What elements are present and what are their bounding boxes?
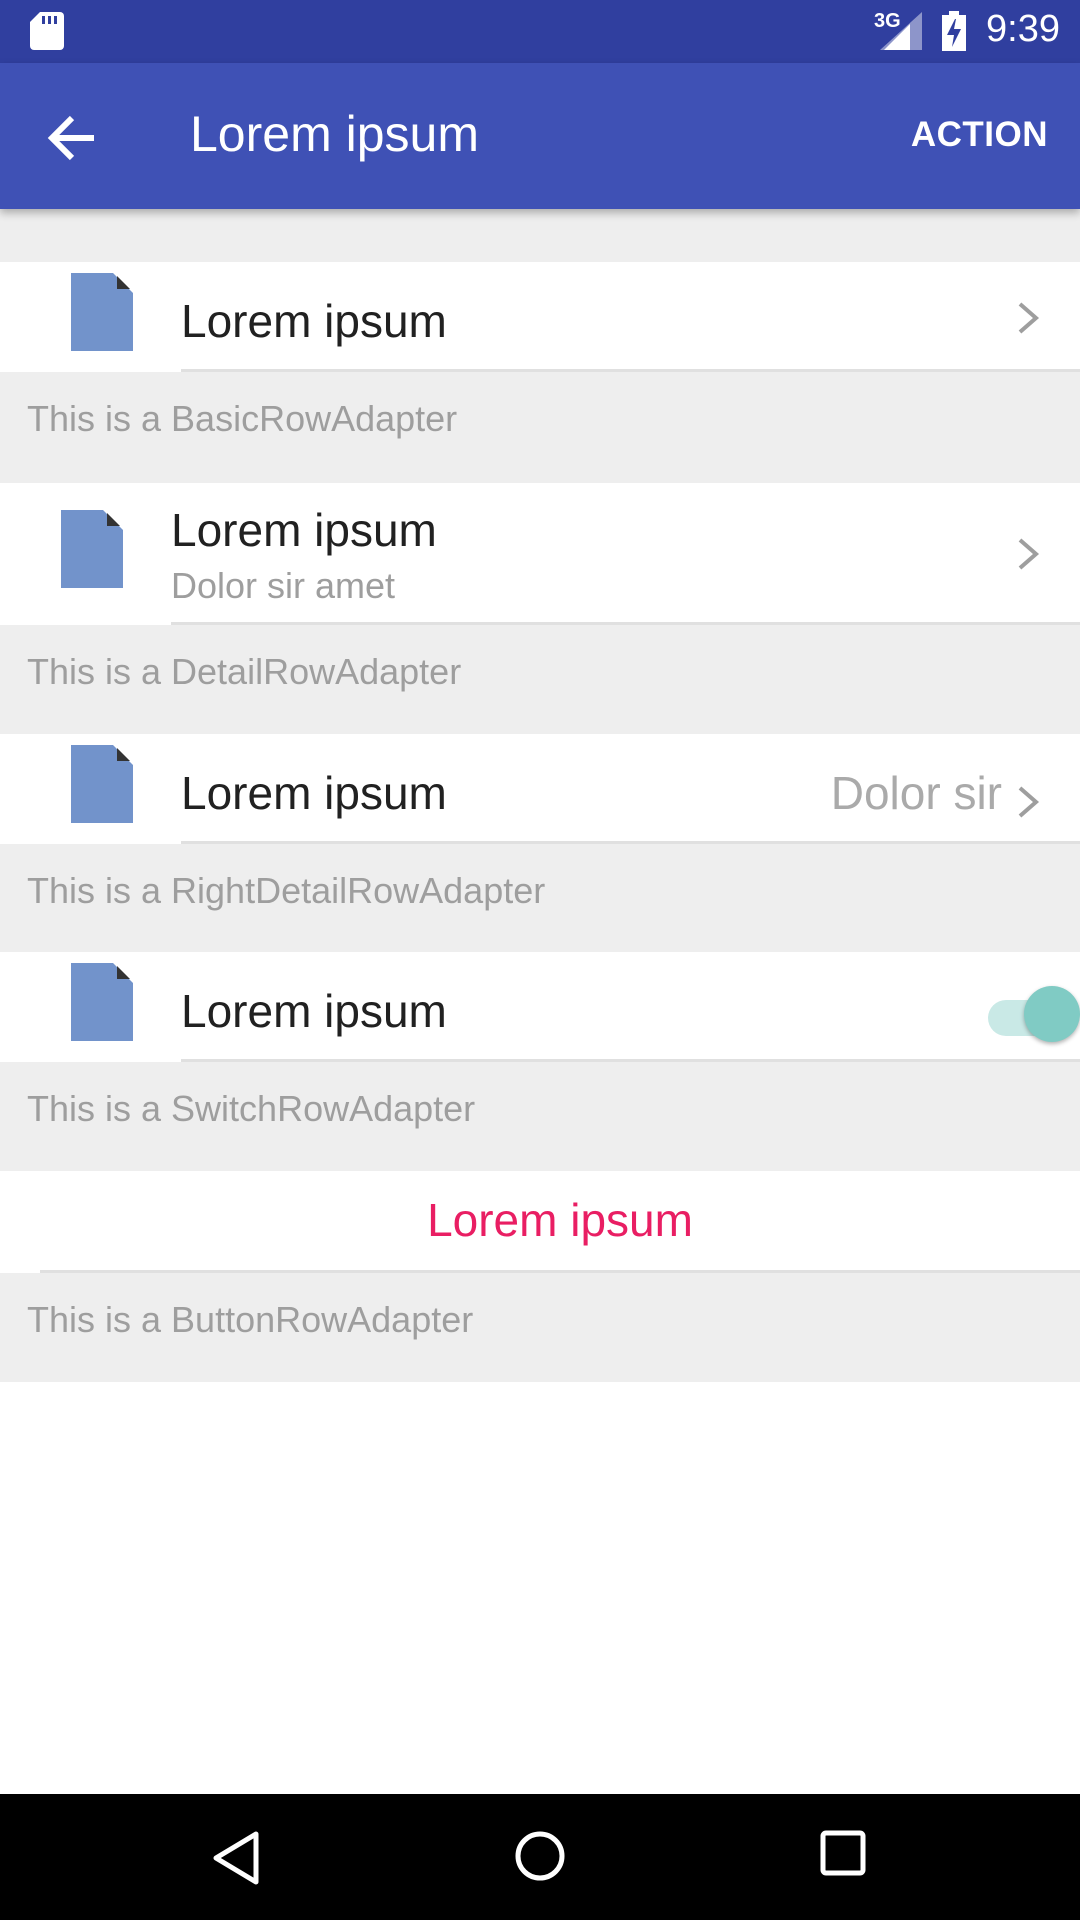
footer-text: This is a ButtonRowAdapter (27, 1299, 474, 1340)
document-icon (71, 963, 133, 1041)
chevron-right-icon (1018, 538, 1040, 570)
toggle-switch[interactable] (988, 986, 1080, 1042)
section-footer: This is a ButtonRowAdapter (0, 1273, 1080, 1382)
navigation-bar (0, 1794, 1080, 1920)
button-row[interactable]: Lorem ipsum (0, 1171, 1080, 1273)
row-title: Lorem ipsum (181, 295, 447, 347)
settings-list: Lorem ipsum This is a BasicRowAdapter Lo… (0, 209, 1080, 1794)
button-row-label[interactable]: Lorem ipsum (0, 1193, 1080, 1247)
section-footer: This is a RightDetailRowAdapter (0, 844, 1080, 952)
nav-back-icon[interactable] (210, 1830, 262, 1886)
switch-row: Lorem ipsum (0, 952, 1080, 1062)
row-title: Lorem ipsum (181, 767, 447, 819)
footer-text: This is a DetailRowAdapter (27, 651, 462, 692)
detail-row[interactable]: Lorem ipsum Dolor sir amet (0, 483, 1080, 625)
footer-text: This is a RightDetailRowAdapter (27, 870, 546, 911)
app-bar: Lorem ipsum ACTION (0, 63, 1080, 209)
document-icon (71, 745, 133, 823)
signal-icon (880, 12, 922, 50)
section-footer: This is a DetailRowAdapter (0, 625, 1080, 734)
clock: 9:39 (986, 8, 1060, 50)
chevron-right-icon (1018, 786, 1040, 818)
document-icon (61, 510, 123, 588)
section-footer: This is a BasicRowAdapter (0, 372, 1080, 483)
right-detail-row[interactable]: Lorem ipsum Dolor sir (0, 734, 1080, 844)
basic-row[interactable]: Lorem ipsum (0, 262, 1080, 372)
section-footer: This is a SwitchRowAdapter (0, 1062, 1080, 1171)
switch-thumb (1024, 986, 1080, 1042)
sd-card-icon (30, 12, 64, 50)
battery-charging-icon (942, 11, 966, 51)
page-title: Lorem ipsum (190, 106, 479, 162)
right-detail-value: Dolor sir (830, 767, 1002, 819)
section-gap (0, 209, 1080, 262)
chevron-right-icon (1018, 302, 1040, 334)
nav-home-icon[interactable] (514, 1830, 566, 1882)
status-bar: 3G 9:39 (0, 0, 1080, 63)
nav-recents-icon[interactable] (820, 1830, 866, 1876)
action-button[interactable]: ACTION (911, 115, 1048, 155)
arrow-back-icon[interactable] (38, 103, 108, 173)
row-title: Lorem ipsum (171, 504, 437, 556)
row-title: Lorem ipsum (181, 985, 447, 1037)
document-icon (71, 273, 133, 351)
footer-text: This is a BasicRowAdapter (27, 398, 458, 439)
footer-text: This is a SwitchRowAdapter (27, 1088, 476, 1129)
row-subtitle: Dolor sir amet (171, 565, 396, 606)
